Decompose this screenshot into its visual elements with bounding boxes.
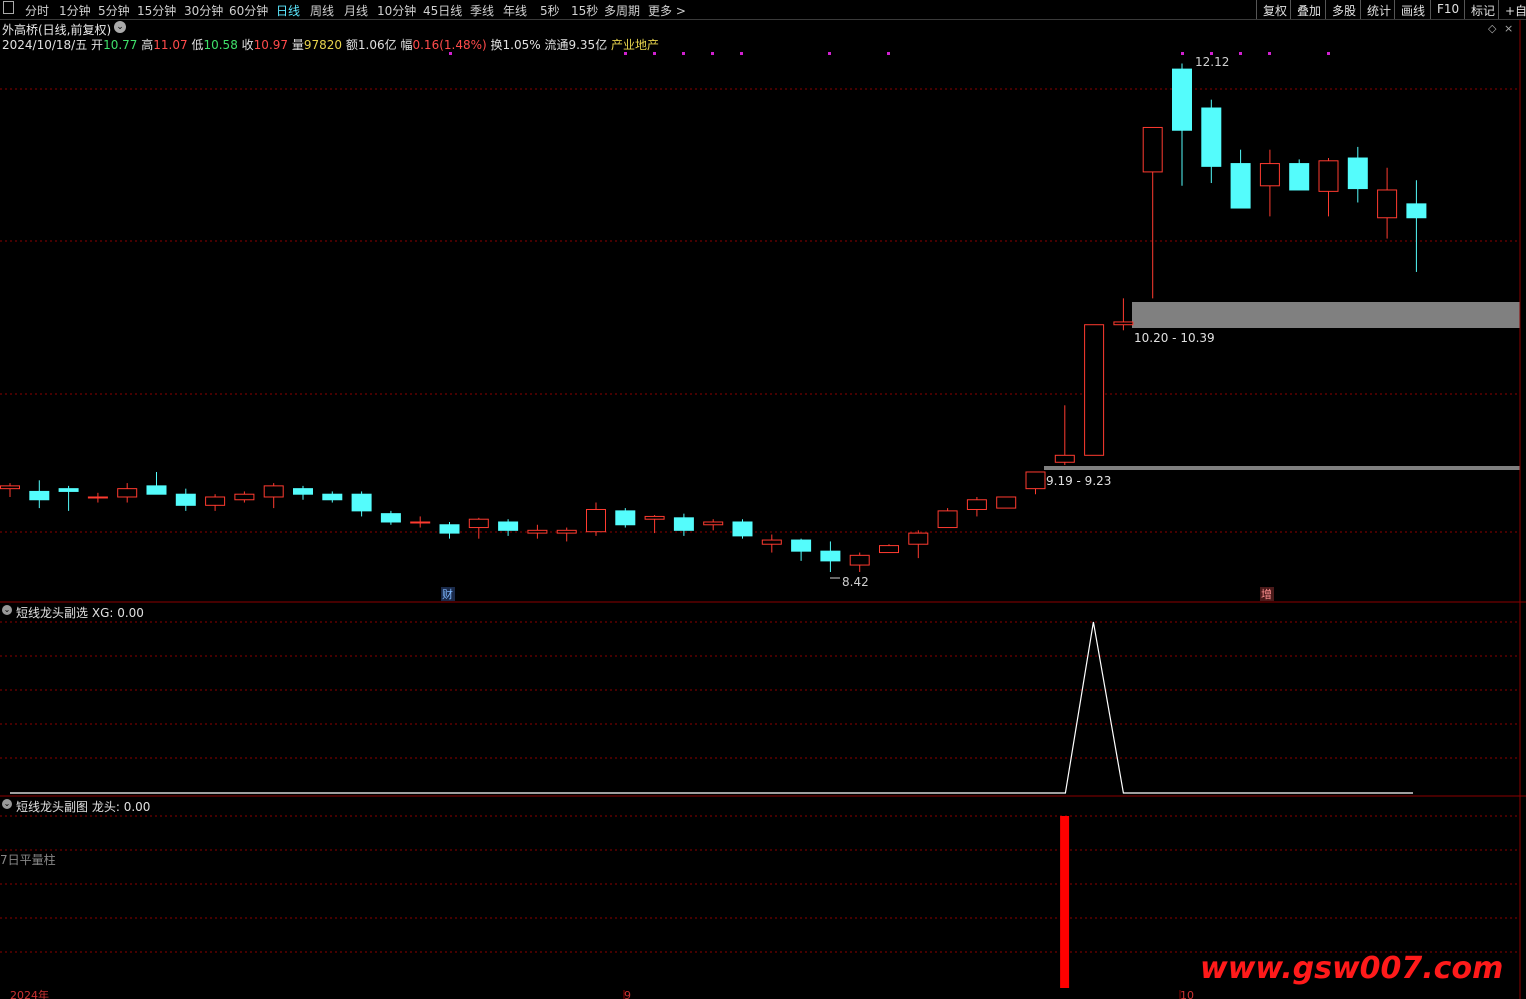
candle-body[interactable] — [58, 488, 79, 492]
panel3-name: 短线龙头副图 — [16, 800, 89, 814]
candle-body[interactable] — [1201, 107, 1222, 167]
candle-body[interactable] — [527, 529, 548, 534]
event-dot — [1268, 52, 1271, 55]
candle-body[interactable] — [966, 499, 987, 510]
price-zones — [1044, 302, 1520, 470]
event-dot — [653, 52, 656, 55]
candle-body[interactable] — [410, 521, 431, 524]
min-price-label: 8.42 — [842, 575, 869, 589]
candle-body[interactable] — [498, 521, 519, 531]
candle-body[interactable] — [380, 513, 401, 523]
longtou-bar — [1060, 816, 1070, 988]
event-dot — [828, 52, 831, 55]
candle-body[interactable] — [556, 529, 577, 534]
watermark: www.gsw007.com — [1200, 951, 1503, 986]
candle-body[interactable] — [1318, 160, 1339, 192]
candle-body[interactable] — [908, 532, 929, 545]
candle-body[interactable] — [791, 539, 812, 552]
candle-body[interactable] — [1113, 321, 1134, 326]
grid-lines — [0, 88, 1520, 999]
candle-body[interactable] — [117, 488, 138, 498]
candle-body[interactable] — [293, 488, 313, 495]
xaxis-m10: 10 — [1180, 989, 1194, 999]
zone1-label: 10.20 - 10.39 — [1134, 331, 1215, 345]
candle-body[interactable] — [1289, 163, 1310, 191]
event-dot — [624, 52, 627, 55]
candle-body[interactable] — [937, 510, 958, 529]
event-dot — [1239, 52, 1242, 55]
candle-body[interactable] — [879, 545, 899, 554]
panel2-value: XG: 0.00 — [91, 606, 144, 620]
event-dot — [711, 52, 714, 55]
panel2-title: 短线龙头副选 XG: 0.00 — [16, 604, 144, 621]
candle-body[interactable] — [1377, 189, 1398, 219]
candle-body[interactable] — [146, 485, 167, 495]
candle-body[interactable] — [644, 515, 665, 520]
panel3-collapse-icon[interactable]: ⌄ — [2, 799, 12, 809]
candle-body[interactable] — [673, 517, 694, 531]
candle-body[interactable] — [1084, 324, 1105, 456]
zone2-label: 9.19 - 9.23 — [1046, 474, 1111, 488]
panel2-collapse-icon[interactable]: ⌄ — [2, 605, 12, 615]
zone-band-1 — [1132, 302, 1520, 328]
event-dot — [1327, 52, 1330, 55]
candle-body[interactable] — [732, 521, 753, 537]
panel3-overlay-label: 7日平量柱 — [0, 853, 56, 867]
candle-body[interactable] — [29, 490, 50, 501]
event-dot — [887, 52, 890, 55]
candle-body[interactable] — [849, 554, 870, 566]
candle-body[interactable] — [351, 493, 372, 512]
candle-body[interactable] — [1406, 203, 1427, 219]
candle-body[interactable] — [87, 496, 108, 499]
candle-body[interactable] — [703, 521, 724, 526]
candle-body[interactable] — [263, 485, 284, 498]
candle-body[interactable] — [761, 539, 782, 545]
candle-body[interactable] — [205, 496, 226, 506]
candle-body[interactable] — [1142, 126, 1163, 173]
panel3-title: 短线龙头副图 龙头: 0.00 — [16, 798, 150, 815]
marker-cai[interactable]: 财 — [442, 587, 453, 601]
candle-body[interactable] — [0, 485, 20, 490]
candle-body[interactable] — [820, 550, 841, 562]
candle-body[interactable] — [996, 496, 1017, 509]
max-price-label: 12.12 — [1195, 55, 1229, 69]
panel3-value: 龙头: 0.00 — [91, 800, 151, 814]
candle-body[interactable] — [586, 508, 606, 533]
panel2-name: 短线龙头副选 — [16, 606, 89, 620]
candle-body[interactable] — [439, 524, 460, 534]
marker-zeng[interactable]: 增 — [1261, 587, 1272, 601]
candle-body[interactable] — [1230, 163, 1251, 209]
xaxis-m9: 9 — [624, 989, 631, 999]
candle-body[interactable] — [1347, 157, 1368, 190]
candle-body[interactable] — [1054, 454, 1075, 463]
candle-body[interactable] — [1172, 68, 1192, 131]
candle-body[interactable] — [322, 493, 343, 501]
candle-body[interactable] — [234, 493, 255, 501]
candle-body[interactable] — [468, 518, 489, 529]
event-dot — [740, 52, 743, 55]
candle-body[interactable] — [1259, 163, 1280, 187]
candle-body[interactable] — [175, 493, 196, 506]
candle-body[interactable] — [615, 510, 636, 526]
event-dot — [1181, 52, 1184, 55]
candle-body[interactable] — [1025, 471, 1046, 490]
event-dot — [682, 52, 685, 55]
xaxis-year: 2024年 — [10, 988, 49, 999]
zone-band-2 — [1044, 466, 1520, 470]
event-dot — [449, 52, 452, 55]
xg-indicator-line — [10, 621, 1413, 794]
kline-chart[interactable]: 12.12 8.42 10.20 - 10.39 9.19 - 9.23 财 增… — [0, 0, 1526, 999]
